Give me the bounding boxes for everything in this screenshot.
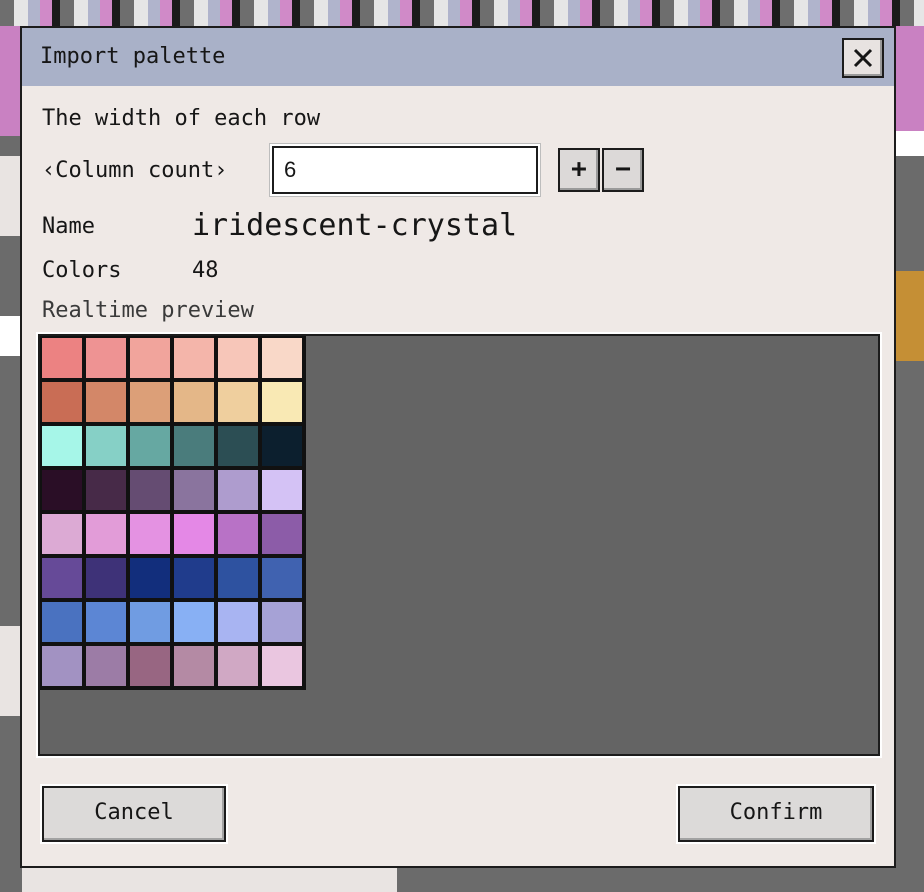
decrement-button[interactable]: −: [602, 148, 644, 192]
palette-swatch: [174, 470, 218, 514]
palette-swatch: [130, 514, 174, 558]
background-app-bottom-bar: [0, 868, 924, 892]
name-label: Name: [42, 214, 95, 239]
palette-swatch: [42, 646, 86, 690]
palette-swatch: [130, 426, 174, 470]
palette-swatch: [262, 338, 306, 382]
increment-button[interactable]: +: [558, 148, 600, 192]
realtime-preview-label: Realtime preview: [42, 298, 254, 323]
palette-swatch: [130, 338, 174, 382]
palette-swatch: [42, 602, 86, 646]
palette-swatch: [262, 646, 306, 690]
swatch-grid: [40, 336, 306, 690]
palette-swatch: [86, 382, 130, 426]
palette-swatch: [218, 514, 262, 558]
palette-swatch: [174, 382, 218, 426]
palette-swatch: [130, 382, 174, 426]
palette-swatch: [262, 514, 306, 558]
palette-swatch: [174, 558, 218, 602]
column-count-input[interactable]: 6: [272, 146, 538, 194]
palette-swatch: [42, 470, 86, 514]
palette-swatch: [86, 470, 130, 514]
column-count-label: ‹Column count›: [42, 158, 228, 183]
palette-preview-area: [38, 334, 880, 756]
palette-swatch: [218, 646, 262, 690]
palette-swatch: [86, 514, 130, 558]
confirm-button[interactable]: Confirm: [678, 786, 874, 842]
palette-swatch: [42, 426, 86, 470]
palette-swatch: [86, 602, 130, 646]
colors-label: Colors: [42, 258, 122, 283]
row-width-description: The width of each row: [42, 106, 321, 131]
background-app-right-panel: [896, 26, 924, 892]
palette-name-value: iridescent-crystal: [192, 208, 518, 243]
palette-swatch: [174, 602, 218, 646]
palette-swatch: [262, 382, 306, 426]
dialog-titlebar: Import palette: [22, 28, 894, 86]
palette-swatch: [218, 338, 262, 382]
import-palette-dialog: Import palette The width of each row ‹Co…: [20, 26, 896, 868]
palette-swatch: [42, 558, 86, 602]
palette-swatch: [174, 646, 218, 690]
palette-swatch: [130, 470, 174, 514]
palette-swatch: [86, 646, 130, 690]
palette-swatch: [130, 558, 174, 602]
colors-count-value: 48: [192, 258, 219, 283]
palette-swatch: [130, 646, 174, 690]
palette-swatch: [86, 426, 130, 470]
palette-swatch: [262, 602, 306, 646]
palette-swatch: [42, 382, 86, 426]
palette-swatch: [42, 514, 86, 558]
palette-swatch: [218, 558, 262, 602]
palette-swatch: [218, 382, 262, 426]
palette-swatch: [86, 338, 130, 382]
palette-swatch: [262, 558, 306, 602]
palette-swatch: [174, 338, 218, 382]
palette-swatch: [262, 470, 306, 514]
palette-swatch: [218, 470, 262, 514]
background-app-left-panel: [0, 26, 22, 892]
palette-swatch: [218, 602, 262, 646]
close-button[interactable]: [842, 38, 884, 78]
palette-swatch: [262, 426, 306, 470]
cancel-button[interactable]: Cancel: [42, 786, 226, 842]
dialog-title: Import palette: [40, 44, 226, 69]
background-app-toolbar: [0, 0, 924, 26]
palette-swatch: [42, 338, 86, 382]
close-icon: [853, 48, 873, 68]
palette-swatch: [218, 426, 262, 470]
palette-swatch: [174, 514, 218, 558]
palette-swatch: [86, 558, 130, 602]
palette-swatch: [174, 426, 218, 470]
palette-swatch: [130, 602, 174, 646]
